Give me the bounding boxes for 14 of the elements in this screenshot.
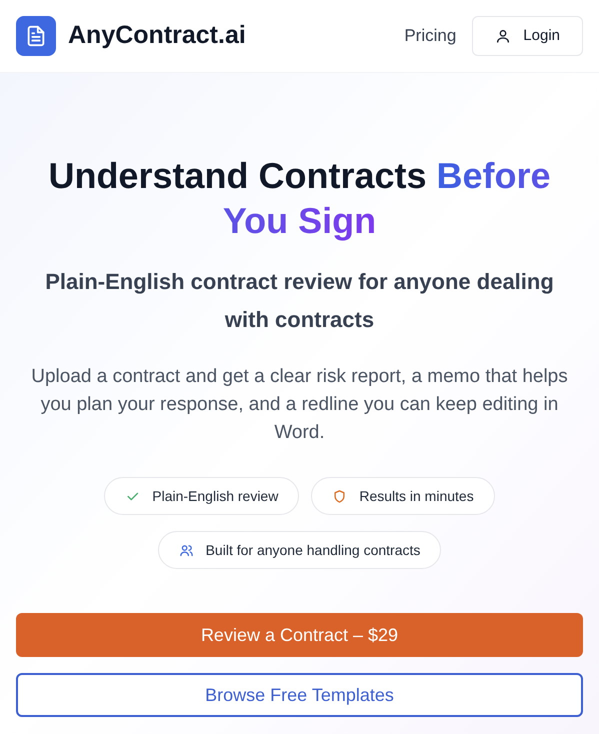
user-icon	[495, 28, 512, 44]
users-icon	[178, 542, 194, 558]
hero-description: Upload a contract and get a clear risk report, a memo that helps you plan your response, and a redline you can keep editing in Word.	[30, 365, 569, 445]
login-button[interactable]: Login	[472, 16, 583, 56]
hero-subtitle: Plain-English contract review for anyone dealing with contracts	[44, 268, 555, 334]
logo-icon	[16, 16, 56, 56]
feature-badge: Built for anyone handling contracts	[158, 531, 442, 569]
pricing-link[interactable]: Pricing	[404, 23, 456, 49]
feature-badge: Results in minutes	[311, 477, 495, 515]
browse-templates-button[interactable]: Browse Free Templates	[16, 673, 583, 717]
brand-name: AnyContract.ai	[68, 20, 246, 52]
review-contract-button[interactable]: Review a Contract – $29	[16, 613, 583, 657]
shield-icon	[332, 488, 348, 504]
feature-badge: Plain-English review	[104, 477, 300, 515]
